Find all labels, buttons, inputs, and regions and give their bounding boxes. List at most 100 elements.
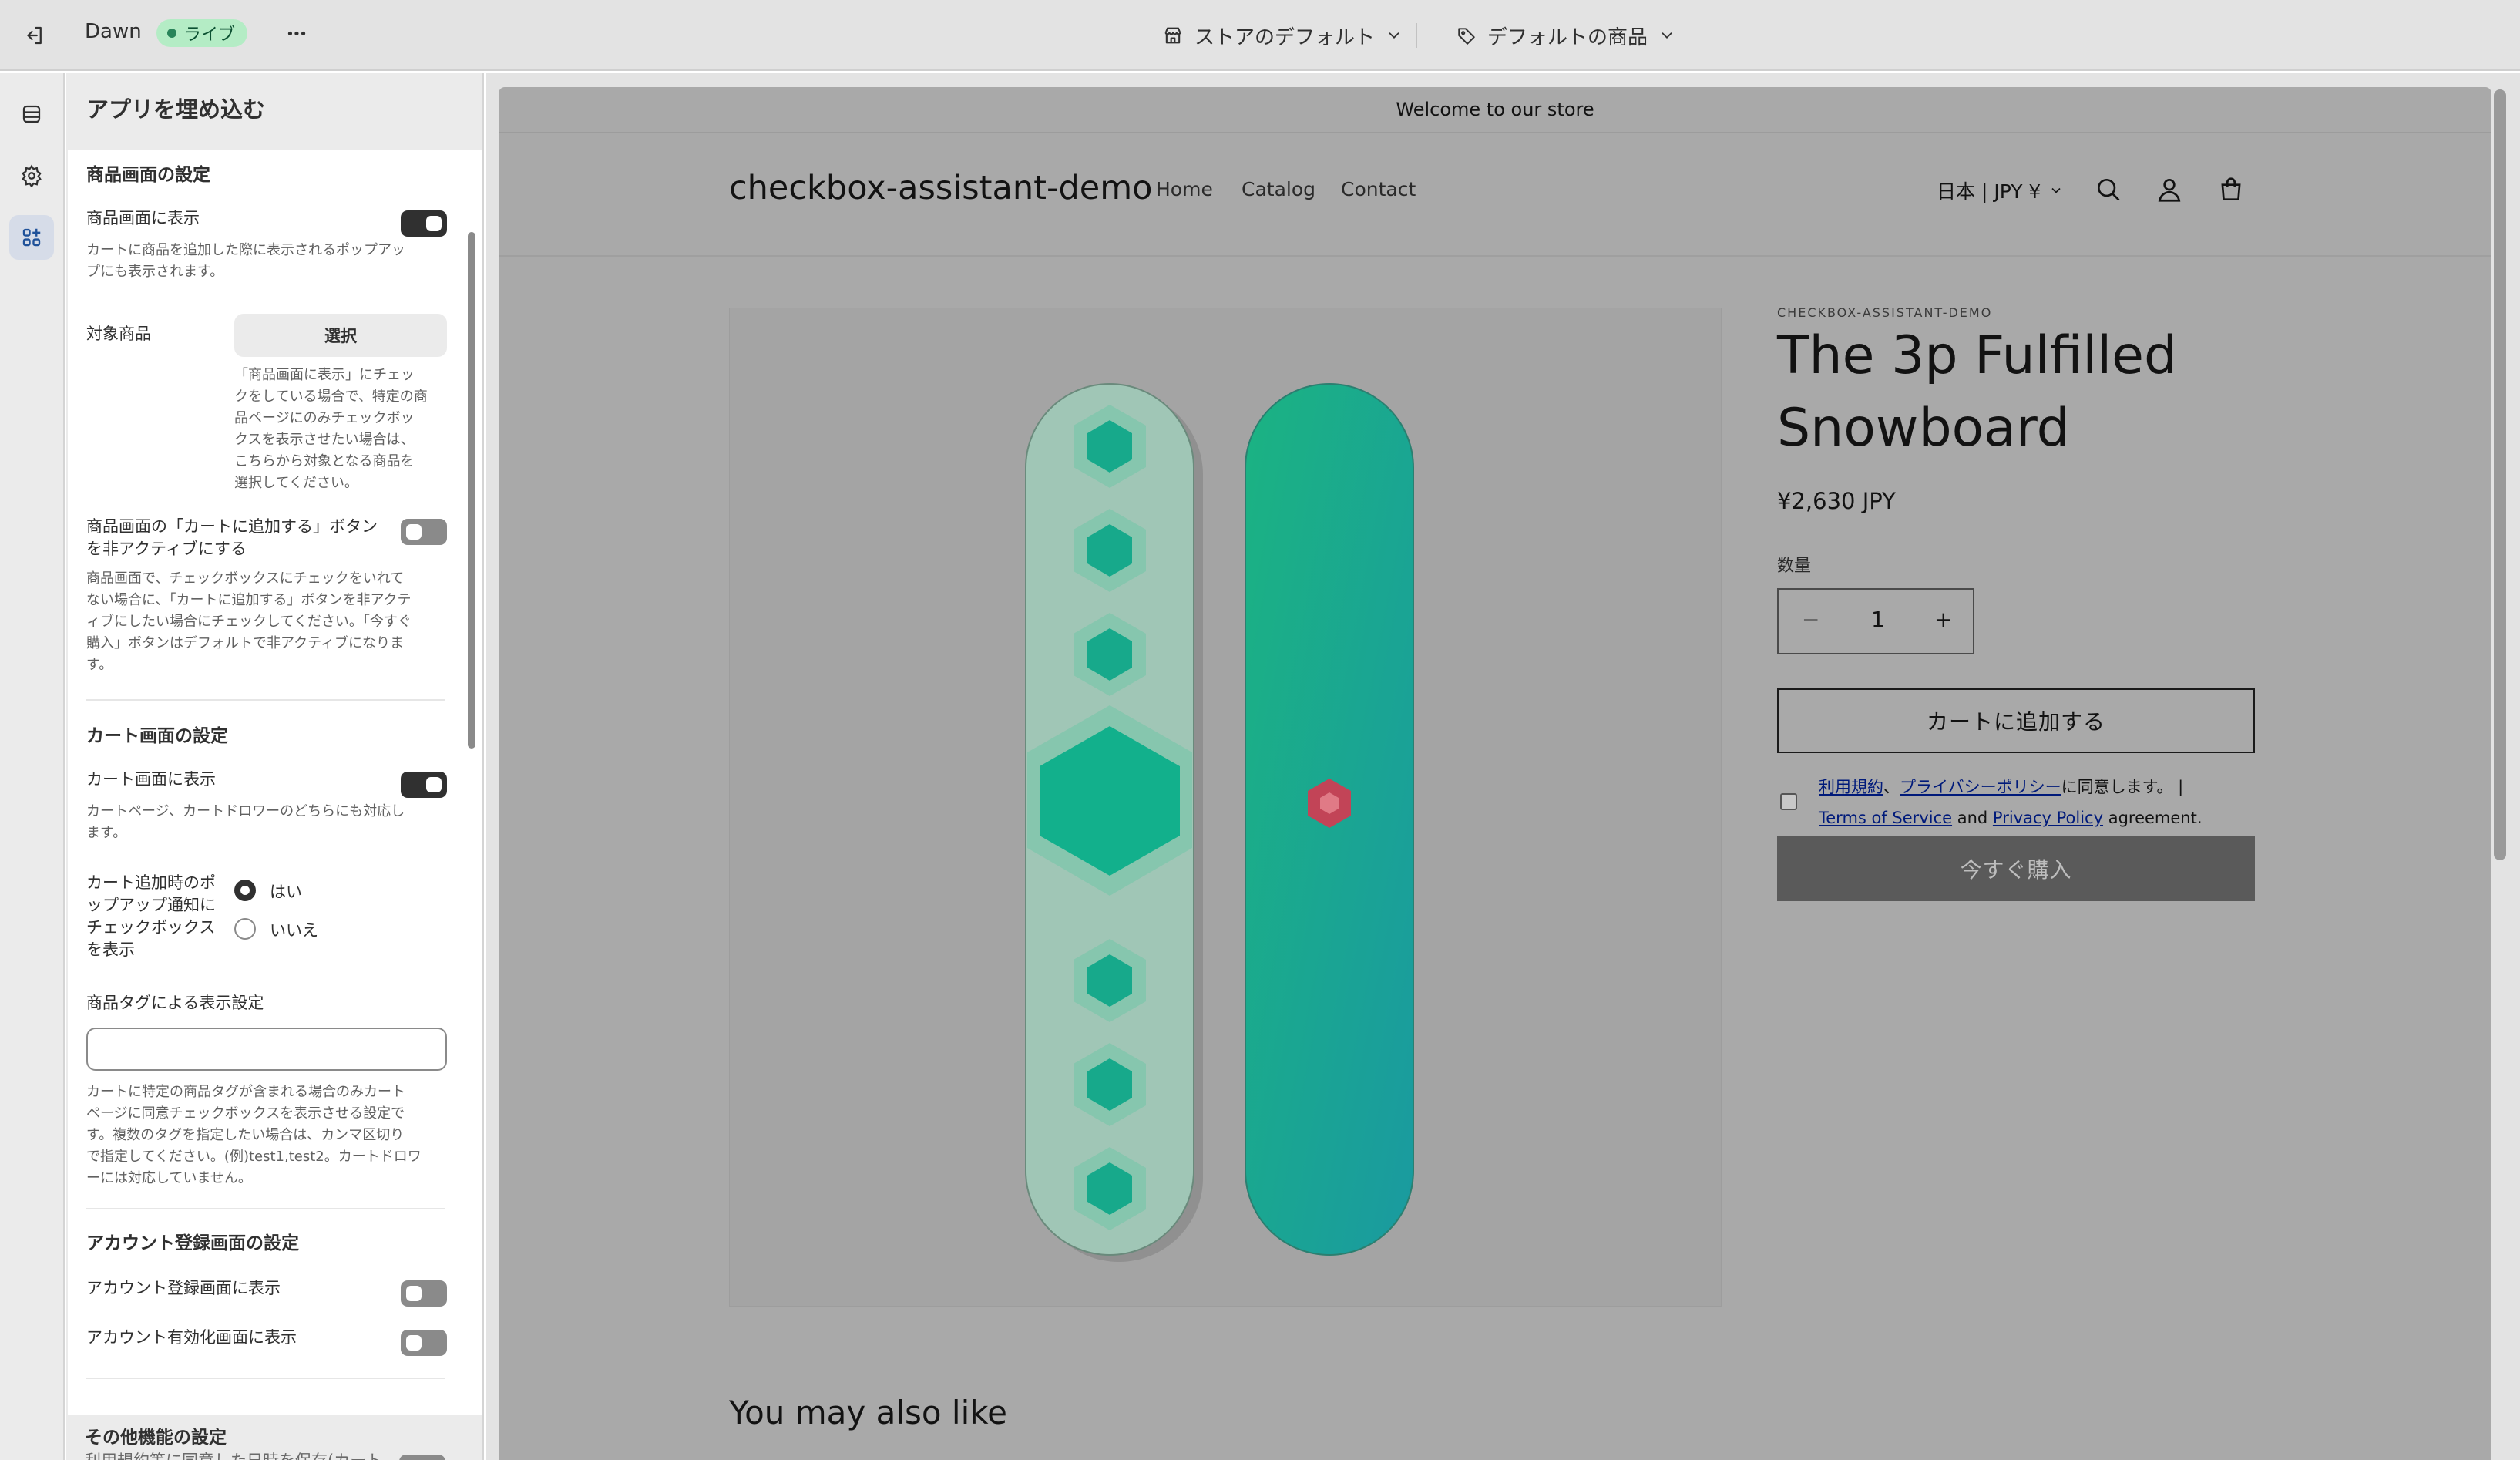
topbar-divider (1416, 23, 1417, 48)
nav-home[interactable]: Home (1156, 178, 1213, 200)
terms-link-jp[interactable]: 利用規約 (1819, 778, 1883, 796)
agreement-text: 利用規約、プライバシーポリシーに同意します。 | Terms of Servic… (1819, 772, 2250, 833)
target-products-label: 対象商品 (86, 325, 151, 343)
storefront-preview[interactable]: Welcome to our store checkbox-assistant-… (499, 87, 2491, 1460)
locale-label: 日本 | JPY ¥ (1937, 180, 2041, 203)
section-divider (86, 1208, 445, 1209)
product-price: ¥2,630 JPY (1777, 488, 1896, 514)
quantity-plus-button[interactable]: + (1934, 607, 1952, 632)
other-section-title: その他機能の設定 (85, 1428, 227, 1448)
editor-rail (0, 73, 65, 1460)
product-template-select[interactable]: デフォルトの商品 (1457, 17, 1675, 54)
toggle-knob (406, 1286, 422, 1301)
agreement-checkbox[interactable] (1780, 793, 1797, 810)
theme-settings-button[interactable] (9, 153, 54, 198)
section-divider (86, 699, 445, 701)
product-vendor: CHECKBOX-ASSISTANT-DEMO (1777, 305, 1993, 320)
exit-button[interactable] (17, 19, 51, 52)
panel-body[interactable]: 商品画面の設定 商品画面に表示 カートに商品を追加した際に表示されるポップアッ … (68, 150, 482, 1415)
search-icon (2097, 178, 2120, 201)
product-media[interactable] (729, 308, 1722, 1307)
cart-show-toggle[interactable] (401, 772, 447, 798)
product-select-label: デフォルトの商品 (1487, 25, 1648, 49)
agreement-separator: 、 (1883, 778, 1900, 796)
save-agreement-time-toggle[interactable] (399, 1455, 445, 1460)
cart-show-label: カート画面に表示 (86, 770, 216, 789)
add-to-cart-button[interactable]: カートに追加する (1777, 688, 2255, 753)
privacy-link-en[interactable]: Privacy Policy (1993, 809, 2103, 827)
product-title: The 3p Fulfilled Snowboard (1777, 325, 2178, 459)
account-activate-toggle[interactable] (401, 1330, 447, 1356)
gear-icon (22, 164, 42, 187)
toggle-knob (426, 216, 442, 231)
cart-popup-yes-label: はい (270, 883, 302, 901)
search-button[interactable] (2089, 170, 2128, 209)
live-label: ライブ (184, 25, 236, 45)
cart-button[interactable] (2212, 170, 2250, 209)
store-icon (1164, 27, 1181, 44)
sections-button[interactable] (9, 92, 54, 136)
buy-now-button[interactable]: 今すぐ購入 (1777, 836, 2255, 901)
account-activate-label: アカウント有効化画面に表示 (86, 1328, 297, 1347)
product-show-help: カートに商品を追加した際に表示されるポップアッ プにも表示されます。 (86, 242, 405, 280)
tag-filter-input[interactable] (86, 1028, 447, 1071)
disable-cart-button-toggle[interactable] (401, 519, 447, 545)
store-select-label: ストアのデフォルト (1194, 25, 1376, 49)
store-logo-text[interactable]: checkbox-assistant-demo (729, 169, 1152, 207)
product-section-title: 商品画面の設定 (86, 165, 210, 185)
locale-selector[interactable]: 日本 | JPY ¥ (1937, 177, 2064, 204)
product-show-toggle[interactable] (401, 210, 447, 237)
agreement-suffix-jp: に同意します。 | (2061, 778, 2184, 796)
account-register-label: アカウント登録画面に表示 (86, 1279, 281, 1297)
preview-scrollbar[interactable] (2494, 89, 2506, 860)
section-divider (86, 1378, 445, 1379)
snowboard-image (1025, 383, 1414, 1262)
account-button[interactable] (2150, 170, 2189, 209)
tag-filter-label: 商品タグによる表示設定 (86, 994, 264, 1012)
more-icon: ••• (286, 25, 307, 42)
toggle-knob (406, 1335, 422, 1351)
product-show-label: 商品画面に表示 (86, 209, 200, 227)
cart-popup-yes-radio[interactable] (234, 880, 256, 901)
store-header: checkbox-assistant-demo Home Catalog Con… (499, 135, 2491, 257)
nav-catalog[interactable]: Catalog (1242, 178, 1315, 200)
cart-section-title: カート画面の設定 (86, 726, 228, 746)
chevron-down-icon (1389, 32, 1399, 39)
apps-icon (22, 228, 41, 247)
toggle-knob (426, 777, 442, 792)
live-badge: ライブ (156, 19, 248, 47)
panel-title: アプリを埋め込む (86, 96, 266, 123)
app-embed-panel: アプリを埋め込む 商品画面の設定 商品画面に表示 カートに商品を追加した際に表示… (66, 73, 484, 1460)
theme-name: Dawn (85, 20, 142, 43)
chevron-down-icon (1662, 32, 1672, 39)
quantity-value[interactable]: 1 (1871, 607, 1885, 632)
tag-filter-help: カートに特定の商品タグが含まれる場合のみカート ページに同意チェックボックスを表… (86, 1084, 422, 1186)
panel-scrollbar[interactable] (468, 232, 475, 749)
panel-header: アプリを埋め込む (66, 73, 482, 150)
quantity-label: 数量 (1777, 557, 1812, 576)
app-embeds-button[interactable] (9, 215, 54, 260)
terms-link-en[interactable]: Terms of Service (1819, 809, 1952, 827)
cart-popup-no-radio[interactable] (234, 918, 256, 940)
cart-show-help: カートページ、カートドロワーのどちらにも対応し ます。 (86, 803, 405, 841)
user-icon (2158, 178, 2181, 202)
cart-popup-no-label: いいえ (270, 921, 318, 940)
nav-contact[interactable]: Contact (1341, 178, 1416, 200)
more-actions-button[interactable]: ••• (279, 15, 313, 52)
tag-icon (1458, 28, 1475, 45)
select-products-button[interactable]: 選択 (234, 314, 447, 357)
cart-icon (2221, 177, 2241, 201)
exit-icon (27, 26, 42, 45)
toggle-knob (406, 524, 422, 540)
store-template-select[interactable]: ストアのデフォルト (1162, 17, 1403, 54)
announcement-bar: Welcome to our store (499, 87, 2491, 133)
target-products-help: 「商品画面に表示」にチェッ クをしている場合で、特定の商 品ページにのみチェック… (234, 367, 428, 491)
account-register-toggle[interactable] (401, 1280, 447, 1307)
privacy-link-jp[interactable]: プライバシーポリシー (1900, 778, 2061, 796)
account-section-title: アカウント登録画面の設定 (86, 1233, 299, 1253)
agreement-and: and (1952, 809, 1993, 827)
quantity-minus-button[interactable]: − (1802, 607, 1819, 632)
chevron-down-icon (2051, 187, 2061, 193)
cart-popup-label: カート追加時のポ ップアップ通知に チェックボックス を表示 (86, 873, 216, 959)
recommendations-heading: You may also like (729, 1394, 1007, 1431)
